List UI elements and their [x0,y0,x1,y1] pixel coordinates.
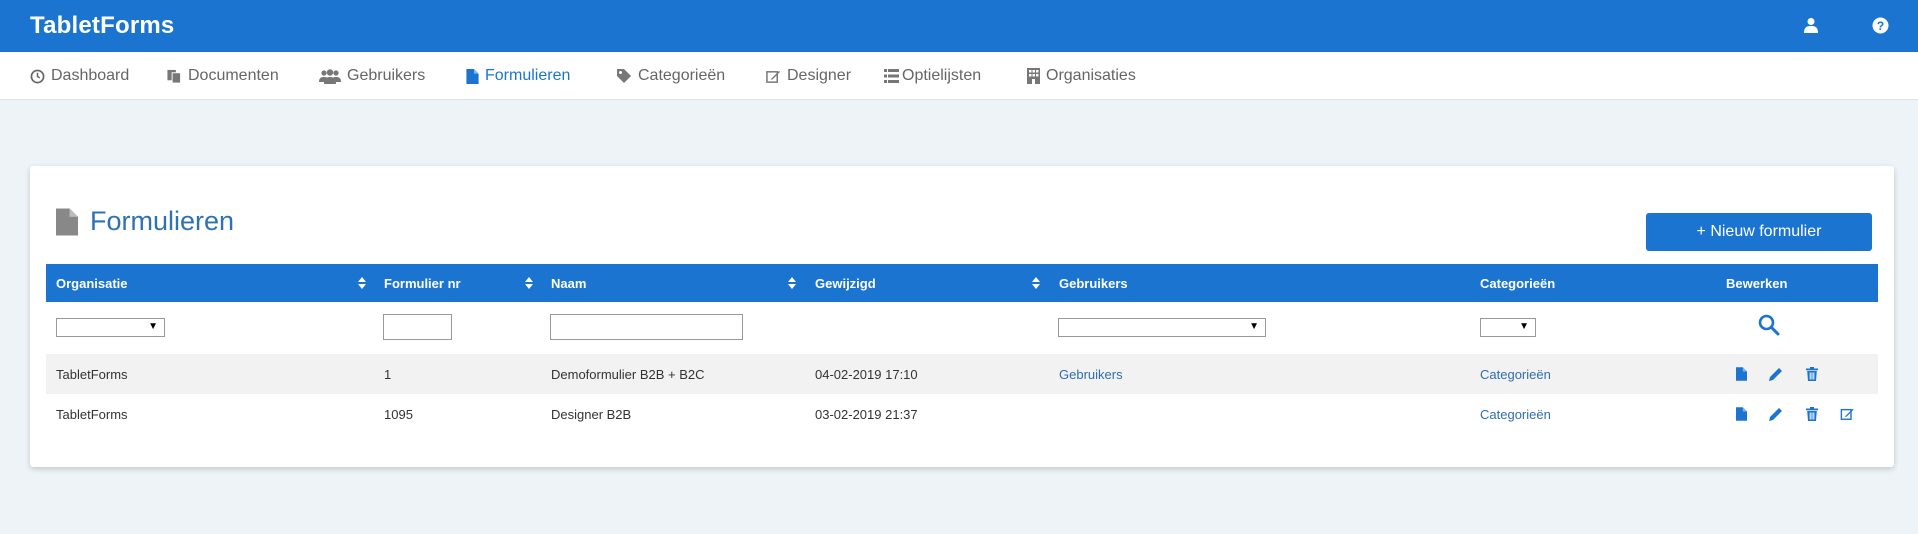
nav-item-dashboard[interactable]: Dashboard [30,52,129,100]
sort-icon[interactable] [358,277,366,289]
nav-label: Dashboard [51,67,130,84]
nav-item-organisaties[interactable]: Organisaties [1027,52,1136,100]
tag-icon [617,69,631,83]
naam-filter-input[interactable] [550,314,743,340]
file-icon [56,207,78,236]
caret-down-icon: ▼ [1519,321,1529,332]
main-navigation: Dashboard Documenten Gebruikers Formulie… [0,52,1918,100]
forms-table: Organisatie Formulier nr Naam Gewijzigd … [46,264,1878,434]
nav-item-categorieen[interactable]: Categorieën [616,52,725,100]
users-icon [319,68,341,84]
sort-icon[interactable] [525,277,533,289]
column-header-organisatie[interactable]: Organisatie [56,264,128,302]
svg-text:?: ? [1876,19,1883,33]
help-icon[interactable]: ? [1870,15,1890,35]
column-header-naam[interactable]: Naam [551,264,586,302]
trash-icon[interactable] [1803,405,1821,423]
designer-edit-icon[interactable] [1838,405,1856,423]
view-document-icon[interactable] [1732,405,1750,423]
caret-down-icon: ▼ [1249,321,1259,332]
page-title: Formulieren [56,206,234,237]
nav-label: Optielijsten [902,67,982,84]
forms-panel: Formulieren + Nieuw formulier Organisati… [30,166,1894,467]
table-row: TabletForms 1095 Designer B2B 03-02-2019… [46,394,1878,434]
search-icon[interactable] [1758,314,1780,336]
nav-label: Documenten [188,67,279,84]
app-title[interactable]: TabletForms [30,12,174,40]
categorieen-link[interactable]: Categorieën [1480,394,1551,434]
cell-naam: Designer B2B [551,406,632,422]
building-icon [1027,68,1040,84]
gebruikers-filter-select[interactable]: ▼ [1058,318,1266,337]
column-header-gebruikers: Gebruikers [1059,275,1128,291]
cell-gewijzigd: 03-02-2019 21:37 [815,406,918,422]
categorieen-filter-select[interactable]: ▼ [1480,318,1536,337]
nav-item-gebruikers[interactable]: Gebruikers [319,52,425,100]
cell-organisatie: TabletForms [56,366,128,382]
column-header-gewijzigd[interactable]: Gewijzigd [815,264,876,302]
clock-icon [30,69,45,83]
nav-label: Formulieren [485,67,571,84]
caret-down-icon: ▼ [148,321,158,332]
table-header: Organisatie Formulier nr Naam Gewijzigd … [46,264,1878,302]
list-icon [884,69,899,83]
nav-item-designer[interactable]: Designer [766,52,851,100]
column-header-bewerken: Bewerken [1726,275,1788,291]
cell-formulier-nr: 1 [384,366,392,382]
sort-icon[interactable] [1032,277,1040,289]
file-icon [466,68,479,84]
column-header-formulier-nr[interactable]: Formulier nr [384,264,461,302]
categorieen-link[interactable]: Categorieën [1480,354,1551,394]
pencil-icon[interactable] [1767,365,1785,383]
pencil-icon[interactable] [1767,405,1785,423]
nav-item-formulieren[interactable]: Formulieren [466,52,570,100]
organisatie-filter-select[interactable]: ▼ [56,318,165,337]
nav-label: Organisaties [1046,67,1136,84]
cell-naam: Demoformulier B2B + B2C [551,366,705,382]
documents-icon [167,69,182,84]
column-header-categorieen: Categorieën [1480,275,1556,291]
nav-item-optielijsten[interactable]: Optielijsten [884,52,981,100]
page-title-text: Formulieren [90,206,235,236]
cell-organisatie: TabletForms [56,406,128,422]
formulier-nr-filter-input[interactable] [383,314,452,340]
nav-label: Designer [787,67,852,84]
gebruikers-link[interactable]: Gebruikers [1059,354,1123,394]
cell-formulier-nr: 1095 [384,406,413,422]
filter-row: ▼ ▼ ▼ [46,302,1878,354]
sort-icon[interactable] [788,277,796,289]
cell-gewijzigd: 04-02-2019 17:10 [815,366,918,382]
top-bar: TabletForms ? [0,0,1918,52]
nav-item-documenten[interactable]: Documenten [166,52,279,100]
edit-icon [766,70,781,83]
nav-label: Categorieën [638,67,726,84]
table-row: TabletForms 1 Demoformulier B2B + B2C 04… [46,354,1878,394]
view-document-icon[interactable] [1732,365,1750,383]
trash-icon[interactable] [1803,365,1821,383]
new-form-button[interactable]: + Nieuw formulier [1646,213,1872,251]
nav-label: Gebruikers [347,67,426,84]
user-icon[interactable] [1801,15,1821,35]
